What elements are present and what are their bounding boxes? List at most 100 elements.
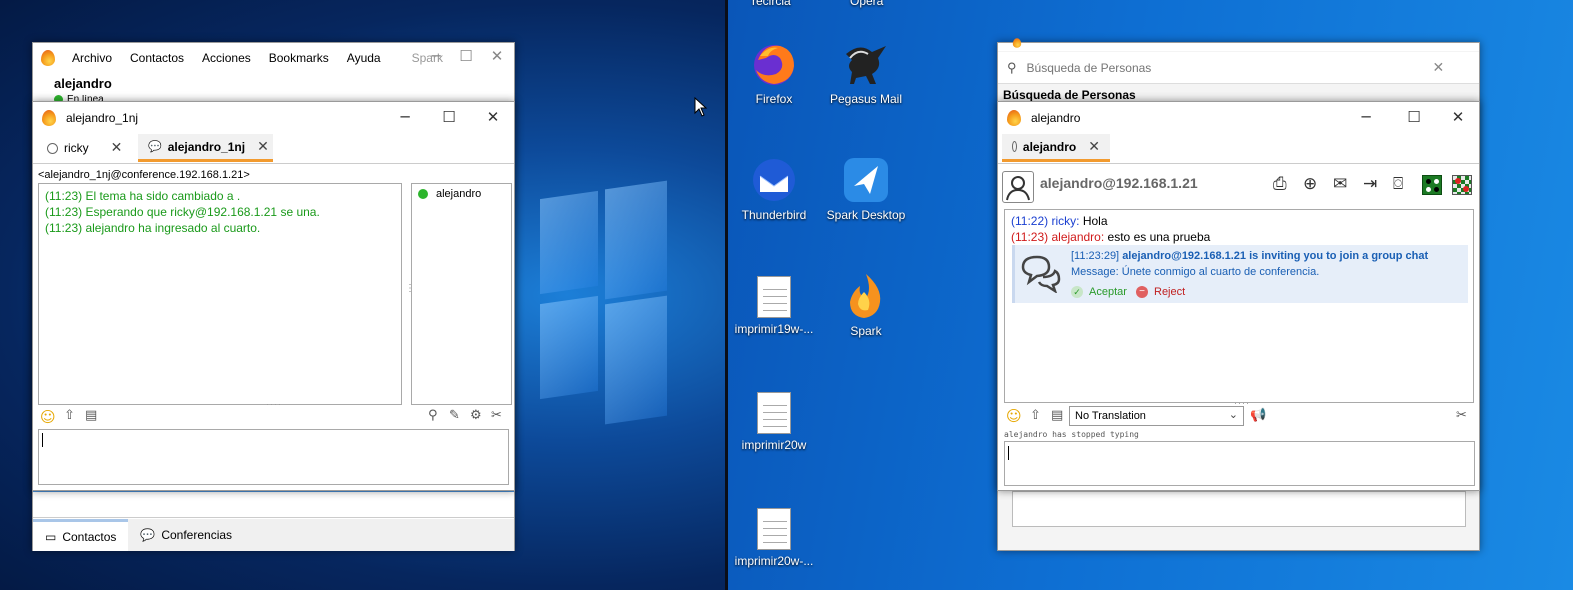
windows-logo-pane [605, 295, 667, 425]
invite-user-icon[interactable]: ⚲ [428, 408, 438, 423]
reject-button[interactable]: − Reject [1136, 286, 1185, 298]
minus-circle-icon: − [1136, 286, 1148, 298]
close-icon[interactable]: ✕ [1446, 108, 1470, 126]
tab-label: ricky [64, 141, 89, 155]
spark-desktop-icon [842, 156, 890, 204]
input-area[interactable] [1012, 491, 1466, 527]
tab-contactos[interactable]: ▭ Contactos [33, 519, 129, 551]
tab-label: Contactos [62, 529, 117, 544]
desktop-icon-imprimir20w[interactable]: imprimir20w [724, 388, 824, 452]
desktop-icon-label: imprimir19w-... [734, 322, 814, 336]
desktop-icon-thunderbird[interactable]: Thunderbird [724, 156, 824, 222]
maximize-icon[interactable]: ☐ [437, 108, 461, 126]
screenshot-icon[interactable]: ⌼ [1393, 174, 1403, 194]
desktop-icon-label: Firefox [755, 92, 793, 106]
menu-bookmarks[interactable]: Bookmarks [260, 51, 338, 65]
accept-label: Aceptar [1089, 286, 1127, 298]
invite-header: [11:23:29] alejandro@192.168.1.21 is inv… [1071, 250, 1428, 262]
screenshot-icon[interactable]: ▤ [85, 408, 97, 423]
close-tab-icon[interactable]: ✕ [1088, 139, 1100, 155]
unpin-icon[interactable]: ✂ [491, 408, 502, 423]
user-name: alejandro [54, 76, 112, 91]
upload-file-icon[interactable]: ⇧ [1030, 408, 1041, 423]
spark-logo-icon [1007, 110, 1021, 126]
room-message-input[interactable] [38, 429, 509, 485]
desktop-icon-pegasus-mail[interactable]: Pegasus Mail [816, 40, 916, 106]
contact-avatar [1002, 171, 1034, 203]
room-transcript: (11:23) El tema ha sido cambiado a . (11… [38, 183, 402, 405]
screenshot-icon[interactable]: ▤ [1051, 408, 1063, 423]
maximize-icon[interactable]: ☐ [454, 47, 478, 65]
game-board-icon[interactable] [1422, 175, 1442, 195]
people-search-input[interactable] [1026, 60, 1427, 75]
participant-item[interactable]: alejandro [418, 188, 505, 200]
upload-file-icon[interactable]: ⇧ [64, 408, 75, 423]
desktop-icon-imprimir20w-2[interactable]: imprimir20w-... [724, 504, 824, 568]
emoticon-icon[interactable]: ☺ [40, 408, 56, 426]
desktop-icon-label: Pegasus Mail [829, 92, 903, 106]
close-tab-icon[interactable]: ✕ [111, 140, 123, 156]
settings-gear-icon[interactable]: ⚙ [470, 408, 482, 423]
checkers-board-icon[interactable] [1452, 175, 1472, 195]
maximize-icon[interactable]: ☐ [1402, 108, 1426, 126]
accept-button[interactable]: ✓ Aceptar [1071, 286, 1127, 298]
desktop-icon-firefox[interactable]: Firefox [724, 40, 824, 106]
window-top-strip [998, 38, 1479, 51]
chat-transcript: (11:22) ricky: Hola (11:23) alejandro: e… [1004, 209, 1474, 403]
edit-icon[interactable]: ✎ [449, 408, 460, 423]
menu-contactos[interactable]: Contactos [121, 51, 193, 65]
tab-alejandro[interactable]: alejandro ✕ [1002, 134, 1110, 162]
contacts-search-field[interactable] [33, 490, 514, 518]
spark-logo-icon [41, 50, 55, 66]
emoticon-icon[interactable]: ☺ [1006, 407, 1022, 425]
tab-label: alejandro [1022, 139, 1077, 154]
thunderbird-icon [750, 156, 798, 204]
chat-bubbles-icon: 💬 [140, 528, 156, 542]
offline-status-icon [1012, 141, 1017, 152]
menu-archivo[interactable]: Archivo [63, 51, 121, 65]
minimize-icon[interactable]: ─ [393, 108, 417, 126]
transfer-file-icon[interactable]: ⇥ [1363, 174, 1377, 194]
section-title: Búsqueda de Personas [1003, 88, 1136, 102]
participants-list: alejandro [411, 183, 512, 405]
desktop-icon-label-partial[interactable]: Opera [850, 0, 883, 8]
offline-status-icon [47, 142, 58, 154]
message-sender: alejandro: [1051, 230, 1105, 244]
chat-window: alejandro ─ ☐ ✕ alejandro ✕ alejandro@19… [997, 101, 1480, 491]
desktop-icon-label: imprimir20w [741, 438, 807, 452]
translation-select[interactable]: No Translation ⌄ [1069, 406, 1244, 426]
close-icon[interactable]: ✕ [481, 108, 505, 126]
room-message: (11:23) alejandro ha ingresado al cuarto… [45, 221, 261, 235]
close-tab-icon[interactable]: ✕ [257, 139, 269, 155]
minimize-icon[interactable]: ─ [424, 47, 448, 65]
chat-bubbles-icon [1019, 253, 1061, 296]
menu-ayuda[interactable]: Ayuda [338, 51, 390, 65]
chevron-down-icon: ⌄ [1228, 409, 1238, 421]
room-message: (11:23) Esperando que ricky@192.168.1.21… [45, 205, 320, 219]
people-search-field[interactable]: ⚲ ✕ [998, 52, 1479, 84]
tab-alejandro-1nj[interactable]: 💬 alejandro_1nj ✕ [138, 134, 273, 162]
minimize-icon[interactable]: ─ [1354, 108, 1378, 126]
megaphone-icon[interactable]: 📢 [1250, 408, 1266, 423]
tab-conferencias[interactable]: 💬 Conferencias [128, 519, 244, 551]
send-mail-icon[interactable]: ✉ [1333, 174, 1347, 194]
contact-info-icon[interactable]: ⎙ [1273, 174, 1287, 194]
desktop-icon-spark-desktop[interactable]: Spark Desktop [816, 156, 916, 222]
clear-search-icon[interactable]: ✕ [1433, 59, 1445, 76]
message-text: Hola [1082, 214, 1108, 228]
chat-message: (11:23) alejandro: esto es una prueba [1011, 229, 1467, 245]
tab-ricky[interactable]: ricky ✕ [37, 134, 132, 162]
add-contact-icon[interactable]: ⊕ [1303, 174, 1317, 194]
chat-message-input[interactable] [1004, 441, 1475, 486]
splitter-handle[interactable]: ···· [266, 399, 282, 409]
close-icon[interactable]: ✕ [485, 47, 509, 65]
unpin-icon[interactable]: ✂ [1456, 408, 1467, 423]
message-sender: ricky: [1051, 214, 1080, 228]
desktop-icon-label-partial[interactable]: recircla [752, 0, 791, 8]
window-title: alejandro_1nj [66, 111, 139, 125]
desktop-icon-imprimir19w[interactable]: imprimir19w-... [724, 272, 824, 336]
desktop-icon-spark[interactable]: Spark [816, 272, 916, 338]
menu-acciones[interactable]: Acciones [193, 51, 260, 65]
message-time: (11:22) [1011, 214, 1049, 228]
invite-time: [11:23:29] [1071, 250, 1120, 262]
